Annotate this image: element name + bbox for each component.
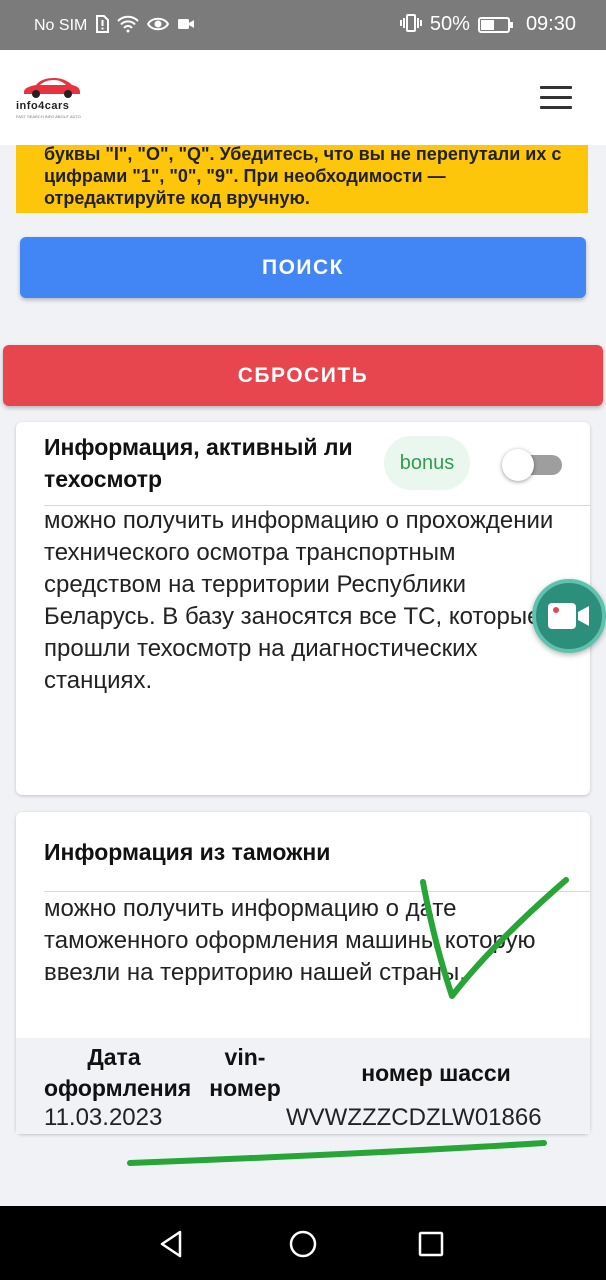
recent-apps-icon[interactable] — [413, 1226, 449, 1262]
table-header-vin: vin-номер — [209, 1044, 281, 1101]
home-icon[interactable] — [285, 1226, 321, 1262]
wifi-icon — [117, 15, 140, 36]
table-cell-date: 11.03.2023 — [44, 1104, 163, 1131]
toggle-knob — [502, 449, 534, 481]
eye-icon — [147, 16, 170, 35]
card-description: можно получить информацию о прохождении … — [44, 507, 554, 694]
logo-subtext: FAST SEARCH INFO ABOUT AUTO — [16, 114, 81, 119]
battery-icon — [477, 16, 513, 33]
underline-annotation — [127, 1140, 547, 1166]
video-call-button[interactable] — [532, 579, 606, 653]
battery-percent: 50% — [429, 13, 470, 35]
carrier-label: No SIM — [34, 16, 88, 34]
logo[interactable]: info4cars FAST SEARCH INFO ABOUT AUTO — [16, 74, 96, 126]
nav-bar — [0, 1206, 606, 1280]
table-header-chassis: номер шасси — [361, 1060, 511, 1086]
hamburger-icon[interactable] — [540, 86, 572, 110]
search-button[interactable]: ПОИСК — [20, 237, 586, 298]
tech-inspection-toggle[interactable] — [502, 449, 562, 481]
car-logo-icon — [24, 78, 80, 98]
status-bar: No SIM 50% 09:30 — [0, 0, 606, 50]
card-title: Информация из таможни — [44, 839, 331, 865]
vibrate-icon — [399, 13, 422, 36]
back-icon[interactable] — [154, 1226, 190, 1262]
clock: 09:30 — [525, 13, 576, 35]
table-cell-chassis: WVWZZZCDZLW01866 — [286, 1104, 542, 1131]
table-header-date: Дата оформления — [44, 1044, 192, 1101]
status-left: No SIM — [34, 15, 195, 36]
tech-inspection-card: Информация, активный ли техосмотр bonus … — [16, 422, 590, 795]
warning-banner: буквы "I", "O", "Q". Убедитесь, что вы н… — [16, 144, 588, 213]
battery-fill — [480, 19, 494, 30]
bonus-badge: bonus — [384, 436, 470, 490]
customs-card: Информация из таможни можно получить инф… — [16, 812, 590, 1134]
video-camera-icon — [548, 603, 589, 629]
customs-table: Дата оформления vin-номер номер шасси 11… — [16, 1038, 590, 1134]
card-description: можно получить информацию о дате таможен… — [44, 895, 536, 986]
status-right: 50% 09:30 — [399, 13, 576, 36]
divider — [44, 891, 590, 892]
warning-text: буквы "I", "O", "Q". Убедитесь, что вы н… — [44, 144, 562, 208]
logo-text: info4cars — [16, 100, 70, 112]
card-title: Информация, активный ли техосмотр — [44, 434, 353, 492]
video-icon — [177, 17, 195, 34]
reset-button[interactable]: СБРОСИТЬ — [3, 345, 603, 406]
sim-alert-icon — [95, 15, 110, 36]
app-header: info4cars FAST SEARCH INFO ABOUT AUTO — [0, 50, 606, 145]
